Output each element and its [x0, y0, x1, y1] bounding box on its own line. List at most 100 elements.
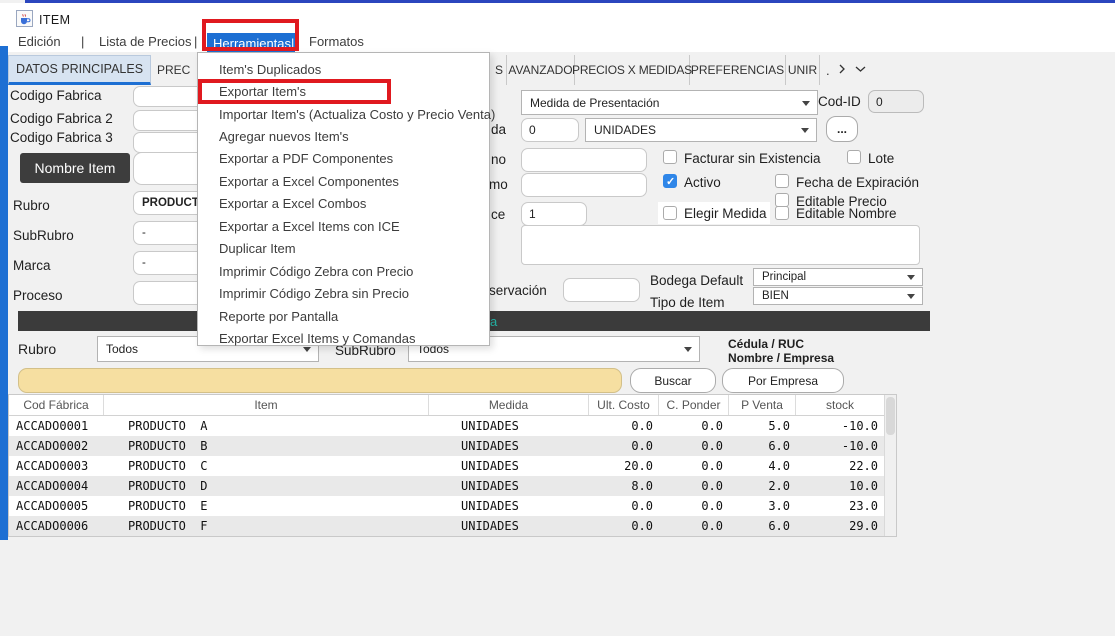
cell-stock: -10.0	[796, 436, 884, 456]
col-header-stock[interactable]: stock	[796, 395, 884, 415]
tab-precios-x-medidas[interactable]: PRECIOS X MEDIDAS	[575, 55, 690, 85]
tab-overflow-controls: .	[826, 55, 867, 85]
table-row[interactable]: ACCADO0001 PRODUCTO A UNIDADES 0.0 0.0 5…	[9, 416, 896, 436]
col-header-cod-fabrica[interactable]: Cod Fábrica	[9, 395, 104, 415]
observacion-input[interactable]	[563, 278, 640, 302]
activo-label: Activo	[684, 175, 721, 190]
menu-item-imprimir-zebra-con-precio[interactable]: Imprimir Código Zebra con Precio	[198, 260, 489, 282]
lote-checkbox[interactable]	[847, 150, 861, 164]
menubar-item-formatos[interactable]: Formatos	[309, 34, 364, 49]
cell-stock: 10.0	[796, 476, 884, 496]
cell-stock: 23.0	[796, 496, 884, 516]
title-and-menu-bar: ITEM Edición | Lista de Precios | Herram…	[0, 3, 1115, 52]
medida-presentacion-combo[interactable]: Medida de Presentación	[521, 90, 818, 115]
menubar-separator: |	[194, 34, 197, 49]
menu-item-duplicar-item[interactable]: Duplicar Item	[198, 238, 489, 260]
bodega-default-value: Principal	[762, 271, 806, 283]
ice-input[interactable]	[521, 202, 587, 226]
cell-item: PRODUCTO B	[104, 436, 429, 456]
unidades-combo[interactable]: UNIDADES	[585, 118, 817, 142]
cell-c-ponder: 0.0	[659, 516, 729, 536]
lote-label: Lote	[868, 151, 894, 166]
col-header-medida[interactable]: Medida	[429, 395, 589, 415]
more-options-button[interactable]: ...	[826, 116, 858, 142]
nombre-item-button[interactable]: Nombre Item	[20, 153, 130, 183]
col-header-item[interactable]: Item	[104, 395, 429, 415]
cell-c-ponder: 0.0	[659, 476, 729, 496]
menubar-separator: |	[81, 34, 84, 49]
cell-p-venta: 2.0	[729, 476, 796, 496]
col-header-p-venta[interactable]: P Venta	[729, 395, 796, 415]
annotation-box-herramientas	[202, 19, 299, 51]
cell-item: PRODUCTO D	[104, 476, 429, 496]
chevron-down-icon[interactable]	[854, 63, 867, 78]
table-row[interactable]: ACCADO0003 PRODUCTO C UNIDADES 20.0 0.0 …	[9, 456, 896, 476]
costo-input-1[interactable]	[521, 148, 647, 172]
cell-cod-fabrica: ACCADO0003	[9, 456, 104, 476]
cedula-ruc-label: Cédula / RUC	[728, 337, 804, 351]
chevron-right-icon[interactable]	[837, 63, 847, 78]
elegir-medida-checkbox[interactable]	[663, 206, 677, 220]
menu-item-exportar-excel-componentes[interactable]: Exportar a Excel Componentes	[198, 170, 489, 192]
menu-item-imprimir-zebra-sin-precio[interactable]: Imprimir Código Zebra sin Precio	[198, 282, 489, 304]
table-row[interactable]: ACCADO0002 PRODUCTO B UNIDADES 0.0 0.0 6…	[9, 436, 896, 456]
table-row[interactable]: ACCADO0006 PRODUCTO F UNIDADES 0.0 0.0 6…	[9, 516, 896, 536]
cod-id-field: 0	[868, 90, 924, 113]
table-scrollbar-thumb[interactable]	[886, 397, 895, 435]
menu-item-exportar-excel-items-comandas[interactable]: Exportar Excel Items y Comandas	[198, 327, 489, 349]
descripcion-textarea[interactable]	[521, 225, 920, 265]
menu-item-importar-items[interactable]: Importar Item's (Actualiza Costo y Preci…	[198, 103, 489, 125]
menu-item-exportar-excel-items-ice[interactable]: Exportar a Excel Items con ICE	[198, 215, 489, 237]
dropdown-caret-icon	[907, 275, 915, 280]
menubar-item-edicion[interactable]: Edición	[18, 34, 61, 49]
menu-item-exportar-excel-combos[interactable]: Exportar a Excel Combos	[198, 193, 489, 215]
menu-item-exportar-pdf-componentes[interactable]: Exportar a PDF Componentes	[198, 148, 489, 170]
cell-medida: UNIDADES	[429, 496, 589, 516]
codigo-fabrica-2-label: Codigo Fabrica 2	[10, 111, 113, 126]
elegir-medida-label: Elegir Medida	[684, 206, 767, 221]
tipo-de-item-combo[interactable]: BIEN	[753, 287, 923, 305]
menubar-item-lista-de-precios[interactable]: Lista de Precios	[99, 34, 192, 49]
tab-preferencias[interactable]: PREFERENCIAS	[690, 55, 786, 85]
col-header-c-ponder[interactable]: C. Ponder	[659, 395, 729, 415]
activo-checkbox[interactable]	[663, 174, 677, 188]
table-row[interactable]: ACCADO0005 PRODUCTO E UNIDADES 0.0 0.0 3…	[9, 496, 896, 516]
cell-cod-fabrica: ACCADO0002	[9, 436, 104, 456]
table-scrollbar[interactable]	[884, 395, 896, 536]
cell-ult-costo: 0.0	[589, 496, 659, 516]
cell-item: PRODUCTO E	[104, 496, 429, 516]
subrubro-combo-value: -	[142, 227, 146, 239]
dropdown-caret-icon	[684, 347, 692, 352]
cell-cod-fabrica: ACCADO0005	[9, 496, 104, 516]
window-title: ITEM	[39, 13, 70, 27]
fecha-expiracion-label: Fecha de Expiración	[796, 175, 919, 190]
cantidad-medida-input[interactable]	[521, 118, 579, 142]
bodega-default-combo[interactable]: Principal	[753, 268, 923, 286]
tab-unir[interactable]: UNIR	[786, 55, 820, 85]
table-row[interactable]: ACCADO0004 PRODUCTO D UNIDADES 8.0 0.0 2…	[9, 476, 896, 496]
tab-datos-principales[interactable]: DATOS PRINCIPALES	[8, 55, 151, 85]
facturar-sin-existencia-checkbox[interactable]	[663, 150, 677, 164]
menu-item-items-duplicados[interactable]: Item's Duplicados	[198, 58, 489, 80]
costo-input-2[interactable]	[521, 173, 647, 197]
cell-cod-fabrica: ACCADO0004	[9, 476, 104, 496]
menu-item-agregar-nuevos-items[interactable]: Agregar nuevos Item's	[198, 125, 489, 147]
buscar-button[interactable]: Buscar	[630, 368, 716, 393]
cell-ult-costo: 0.0	[589, 436, 659, 456]
cod-id-value: 0	[876, 95, 883, 109]
tipo-de-item-label: Tipo de Item	[650, 295, 725, 310]
col-header-ult-costo[interactable]: Ult. Costo	[589, 395, 659, 415]
editable-precio-checkbox[interactable]	[775, 193, 789, 207]
tab-avanzado[interactable]: AVANZADO	[507, 55, 575, 85]
menu-item-reporte-por-pantalla[interactable]: Reporte por Pantalla	[198, 305, 489, 327]
fecha-expiracion-checkbox[interactable]	[775, 174, 789, 188]
cell-stock: 22.0	[796, 456, 884, 476]
marca-combo-value: -	[142, 257, 146, 269]
por-empresa-button[interactable]: Por Empresa	[722, 368, 844, 393]
items-table: Cod Fábrica Item Medida Ult. Costo C. Po…	[8, 394, 897, 537]
editable-nombre-checkbox[interactable]	[775, 206, 789, 220]
search-input[interactable]	[18, 368, 622, 393]
cell-c-ponder: 0.0	[659, 416, 729, 436]
herramientas-dropdown-menu: Item's Duplicados Exportar Item's Import…	[197, 52, 490, 346]
tab-label-fragment-end: S	[495, 63, 503, 77]
